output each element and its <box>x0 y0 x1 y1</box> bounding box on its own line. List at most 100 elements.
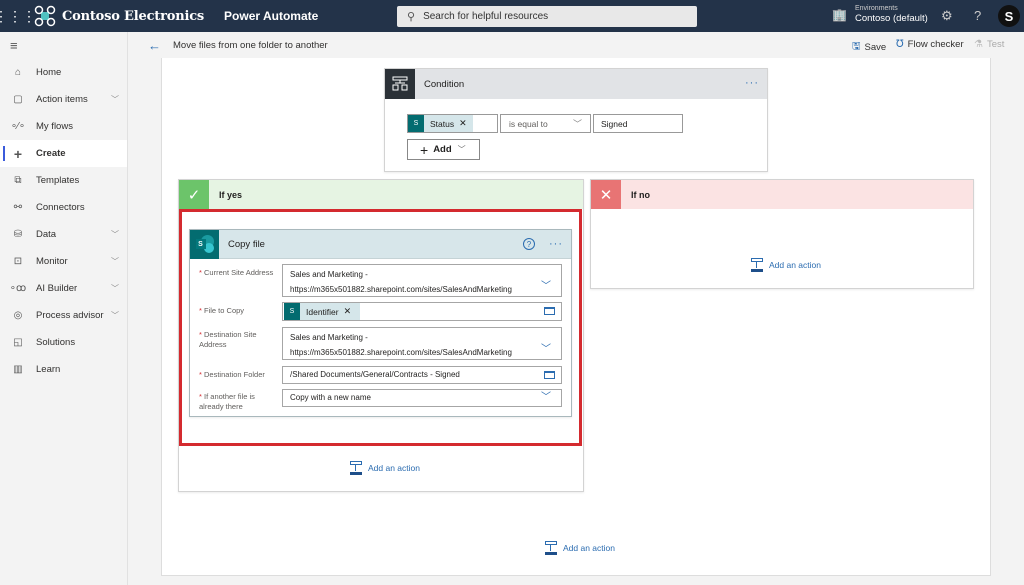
add-action-icon <box>750 258 764 272</box>
conflict-value: Copy with a new name <box>290 393 371 402</box>
chevron-down-icon[interactable]: ﹀ <box>111 256 119 267</box>
checkmark-icon: ✓ <box>179 180 209 209</box>
avatar[interactable]: S <box>998 5 1020 27</box>
command-bar: ← Move files from one folder to another … <box>128 32 1024 58</box>
sidebar-item-label: My flows <box>36 121 73 132</box>
token-label: Status <box>430 118 455 129</box>
sidebar-item-label: Templates <box>36 175 80 186</box>
conflict-behavior-select[interactable]: Copy with a new name ﹀ <box>282 389 562 407</box>
destination-folder-label: * Destination Folder <box>199 370 265 379</box>
if-no-label: If no <box>631 189 650 200</box>
brand-name: Contoso Electronics <box>62 8 205 24</box>
if-no-header[interactable]: ✕ If no <box>591 180 973 209</box>
condition-header[interactable]: Condition ··· <box>385 69 767 99</box>
sidebar-item-data[interactable]: ⛁ Data ﹀ <box>0 221 127 248</box>
identifier-token[interactable]: S Identifier ✕ <box>284 303 360 320</box>
chevron-down-icon[interactable]: ﹀ <box>111 310 119 321</box>
ai-builder-icon: ∘ꝏ <box>9 283 27 294</box>
copy-file-title: Copy file <box>228 238 265 250</box>
templates-icon: ⧉ <box>14 175 22 186</box>
back-arrow-icon[interactable]: ← <box>148 38 161 53</box>
sidebar-item-home[interactable]: ⌂ Home <box>0 59 127 86</box>
more-options-icon[interactable]: ··· <box>549 238 563 250</box>
environment-icon: 🏢 <box>832 7 847 22</box>
help-circle-icon[interactable]: ? <box>523 238 535 250</box>
destination-site-line1: Sales and Marketing - <box>290 333 368 342</box>
folder-picker-icon[interactable] <box>544 307 555 315</box>
sharepoint-icon: S <box>408 115 424 132</box>
file-to-copy-input[interactable]: S Identifier ✕ <box>282 302 562 321</box>
file-to-copy-label: * File to Copy <box>199 306 245 315</box>
sidebar-item-create[interactable]: + Create <box>0 140 127 167</box>
hamburger-menu-icon[interactable]: ≡ <box>0 32 127 59</box>
sidebar-item-connectors[interactable]: ⚯ Connectors <box>0 194 127 221</box>
sidebar-item-monitor[interactable]: ⊡ Monitor ﹀ <box>0 248 127 275</box>
remove-token-icon[interactable]: ✕ <box>344 306 352 317</box>
condition-title: Condition <box>424 78 465 90</box>
destination-folder-input[interactable]: /Shared Documents/General/Contracts - Si… <box>282 366 562 384</box>
current-site-select[interactable]: Sales and Marketing - https://m365x50188… <box>282 264 562 297</box>
app-name[interactable]: Power Automate <box>224 9 318 23</box>
remove-token-icon[interactable]: ✕ <box>459 118 467 129</box>
condition-icon <box>385 69 415 99</box>
add-condition-button[interactable]: + Add ﹀ <box>407 139 480 160</box>
flows-icon: ∘⁄∘ <box>10 121 26 132</box>
test-button[interactable]: ⚗ Test <box>974 39 1004 50</box>
copy-file-card: S Copy file ? ··· * Current Site Address… <box>189 229 572 417</box>
save-button[interactable]: 🖫 Save <box>852 39 886 56</box>
destination-site-select[interactable]: Sales and Marketing - https://m365x50188… <box>282 327 562 360</box>
home-icon: ⌂ <box>14 67 22 78</box>
add-an-action-no-branch[interactable]: Add an action <box>750 258 821 272</box>
add-an-action-yes-branch[interactable]: Add an action <box>349 461 420 475</box>
status-token[interactable]: S Status ✕ <box>408 115 473 132</box>
settings-gear-icon[interactable]: ⚙ <box>941 8 953 24</box>
sidebar-item-my-flows[interactable]: ∘⁄∘ My flows <box>0 113 127 140</box>
chevron-down-icon: ﹀ <box>572 119 582 129</box>
add-action-icon <box>544 541 558 555</box>
chevron-down-icon: ﹀ <box>457 145 466 154</box>
chevron-down-icon[interactable]: ﹀ <box>111 283 119 294</box>
current-site-line2: https://m365x501882.sharepoint.com/sites… <box>290 285 512 294</box>
operator-value: is equal to <box>509 118 548 129</box>
stethoscope-icon: ℧ <box>896 39 904 50</box>
sidebar-item-ai-builder[interactable]: ∘ꝏ AI Builder ﹀ <box>0 275 127 302</box>
current-site-line1: Sales and Marketing - <box>290 270 368 279</box>
save-label: Save <box>864 42 887 53</box>
app-launcher-icon[interactable]: ⋮⋮⋮ <box>0 0 36 32</box>
more-options-icon[interactable]: ··· <box>745 77 759 89</box>
destination-folder-value: /Shared Documents/General/Contracts - Si… <box>290 370 460 379</box>
add-an-action-bottom[interactable]: Add an action <box>544 541 615 555</box>
environment-value: Contoso (default) <box>854 13 928 24</box>
sidebar-item-solutions[interactable]: ◱ Solutions <box>0 329 127 356</box>
if-yes-header[interactable]: ✓ If yes <box>179 180 583 209</box>
sidebar-item-label: Process advisor <box>36 310 104 321</box>
sidebar-item-learn[interactable]: ▥ Learn <box>0 356 127 383</box>
chevron-down-icon[interactable]: ﹀ <box>111 229 119 240</box>
sidebar-item-label: Data <box>36 229 57 240</box>
environment-picker[interactable]: 🏢 Environments Contoso (default) <box>832 4 928 25</box>
add-action-label: Add an action <box>368 463 420 473</box>
destination-site-label: * Destination Site Address <box>199 330 257 349</box>
flow-checker-button[interactable]: ℧ Flow checker <box>896 39 964 50</box>
chevron-down-icon[interactable]: ﹀ <box>111 94 119 105</box>
sidebar-item-action-items[interactable]: ▢ Action items ﹀ <box>0 86 127 113</box>
sidebar-item-label: Action items <box>36 94 88 105</box>
plus-icon: + <box>13 145 23 162</box>
contoso-logo-icon <box>34 5 56 27</box>
search-input[interactable]: ⚲ Search for helpful resources <box>397 6 697 27</box>
brand[interactable]: Contoso Electronics <box>34 5 204 27</box>
monitor-icon: ⊡ <box>13 256 23 267</box>
condition-operator-select[interactable]: is equal to ﹀ <box>500 114 591 133</box>
search-icon: ⚲ <box>407 11 416 23</box>
copy-file-header[interactable]: S Copy file ? ··· <box>190 229 571 259</box>
process-advisor-icon: ◎ <box>13 310 23 321</box>
sidebar-item-process-advisor[interactable]: ◎ Process advisor ﹀ <box>0 302 127 329</box>
sidebar-item-label: Connectors <box>36 202 85 213</box>
condition-right-operand[interactable]: Signed <box>593 114 683 133</box>
help-icon[interactable]: ? <box>974 8 981 23</box>
sidebar-item-label: Learn <box>36 364 61 375</box>
close-x-icon: ✕ <box>591 180 621 209</box>
sidebar-item-templates[interactable]: ⧉ Templates <box>0 167 127 194</box>
folder-picker-icon[interactable] <box>544 371 555 379</box>
condition-left-operand[interactable]: S Status ✕ <box>407 114 498 133</box>
